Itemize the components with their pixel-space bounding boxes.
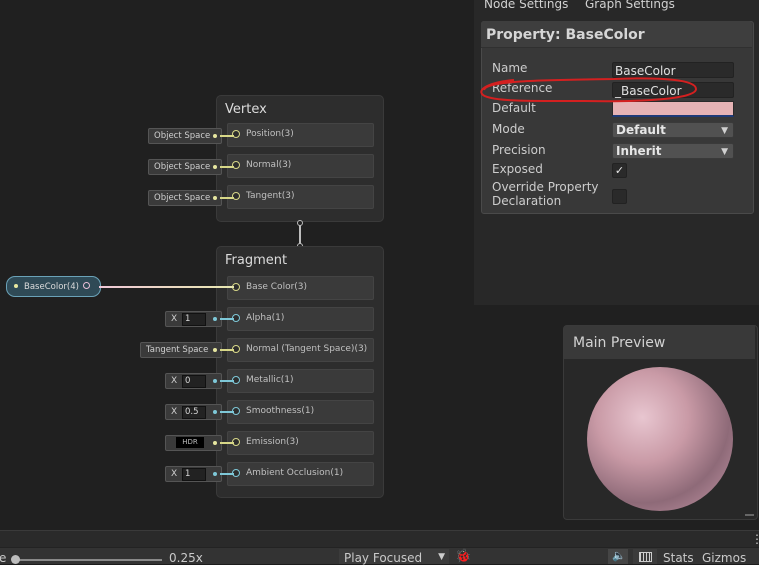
resize-handle-icon[interactable] <box>745 514 754 516</box>
grid-icon <box>639 552 652 562</box>
property-dot-icon <box>14 284 18 288</box>
slot-label: Tangent(3) <box>246 191 295 201</box>
hdr-color-swatch[interactable]: HDR <box>176 437 204 448</box>
speaker-icon: 🔈 <box>612 549 626 562</box>
smoothness-input[interactable]: X 0.5 <box>165 404 222 420</box>
more-vertical-icon[interactable]: ⋮ <box>751 532 759 546</box>
fragment-slot-base-color[interactable]: Base Color(3) <box>227 276 374 300</box>
annotation-circle <box>480 77 698 103</box>
slot-label: Metallic(1) <box>246 375 294 385</box>
basecolor-property-node[interactable]: BaseColor(4) <box>6 276 101 297</box>
ambient-occlusion-input[interactable]: X 1 <box>165 466 222 482</box>
graph-toolbar-strip: ⋮ <box>0 530 759 548</box>
fragment-node-title: Fragment <box>225 253 288 268</box>
main-preview-header: Main Preview <box>564 326 755 359</box>
vertex-slot-position[interactable]: Position(3) <box>227 123 374 147</box>
override-label: Override Property <box>492 180 599 194</box>
tab-graph-settings[interactable]: Graph Settings <box>585 0 675 11</box>
preview-sphere[interactable] <box>583 364 737 514</box>
slot-label: Alpha(1) <box>246 313 285 323</box>
dropdown-arrow-icon: ▼ <box>721 147 728 157</box>
play-mode-dropdown[interactable]: Play Focused ▼ <box>339 549 449 565</box>
exposed-label: Exposed <box>492 162 543 176</box>
vertex-node[interactable]: Vertex Position(3) Normal(3) Tangent(3) <box>216 95 384 222</box>
output-port-icon[interactable] <box>83 282 90 289</box>
scale-slider-track[interactable] <box>12 559 162 561</box>
fragment-slot-normal[interactable]: Normal (Tangent Space)(3) <box>227 338 374 362</box>
dropdown-arrow-icon: ▼ <box>438 552 445 562</box>
object-space-input[interactable]: Object Space <box>148 128 222 144</box>
slot-label: Ambient Occlusion(1) <box>246 468 344 478</box>
metallic-input[interactable]: X 0 <box>165 373 222 389</box>
property-node-label: BaseColor(4) <box>24 282 79 292</box>
slot-label: Normal(3) <box>246 160 292 170</box>
bug-icon[interactable]: 🐞 <box>455 549 471 564</box>
main-preview-title: Main Preview <box>573 335 666 351</box>
vertex-node-title: Vertex <box>225 102 267 117</box>
slot-label: Smoothness(1) <box>246 406 315 416</box>
tab-node-settings[interactable]: Node Settings <box>484 0 568 11</box>
object-space-input[interactable]: Object Space <box>148 159 222 175</box>
fragment-slot-alpha[interactable]: Alpha(1) <box>227 307 374 331</box>
dropdown-arrow-icon: ▼ <box>721 126 728 136</box>
slot-label: Normal (Tangent Space)(3) <box>246 344 368 354</box>
emission-hdr-input[interactable]: HDR <box>165 435 222 451</box>
override-declaration-checkbox[interactable] <box>612 189 627 204</box>
mode-label: Mode <box>492 122 525 136</box>
connector-port-icon <box>297 220 303 226</box>
vertex-slot-normal[interactable]: Normal(3) <box>227 154 374 178</box>
fragment-node[interactable]: Fragment Base Color(3) Alpha(1) Normal (… <box>216 246 384 498</box>
tangent-space-input[interactable]: Tangent Space <box>140 342 222 358</box>
slot-label: Base Color(3) <box>246 282 308 292</box>
override-label-line2: Declaration <box>492 194 562 208</box>
exposed-checkbox[interactable]: ✓ <box>612 163 627 178</box>
property-title: Property: BaseColor <box>486 27 645 43</box>
slot-label: Position(3) <box>246 129 294 139</box>
precision-label: Precision <box>492 143 546 157</box>
mode-dropdown[interactable]: Default ▼ <box>612 122 734 138</box>
alpha-input[interactable]: X 1 <box>165 311 222 327</box>
slot-label: Emission(3) <box>246 437 299 447</box>
fragment-slot-emission[interactable]: Emission(3) <box>227 431 374 455</box>
mute-audio-button[interactable]: 🔈 <box>608 549 628 564</box>
basecolor-wire <box>99 286 234 288</box>
grid-toggle-button[interactable] <box>633 549 657 564</box>
property-header: Property: BaseColor <box>481 21 752 48</box>
fragment-slot-smoothness[interactable]: Smoothness(1) <box>227 400 374 424</box>
object-space-input[interactable]: Object Space <box>148 190 222 206</box>
fragment-slot-metallic[interactable]: Metallic(1) <box>227 369 374 393</box>
game-view-toolbar: e 0.25x Play Focused ▼ 🐞 🔈 Stats Gizmos <box>0 547 759 565</box>
fragment-slot-ambient-occlusion[interactable]: Ambient Occlusion(1) <box>227 462 374 486</box>
precision-dropdown[interactable]: Inherit ▼ <box>612 143 734 159</box>
vertex-slot-tangent[interactable]: Tangent(3) <box>227 185 374 209</box>
